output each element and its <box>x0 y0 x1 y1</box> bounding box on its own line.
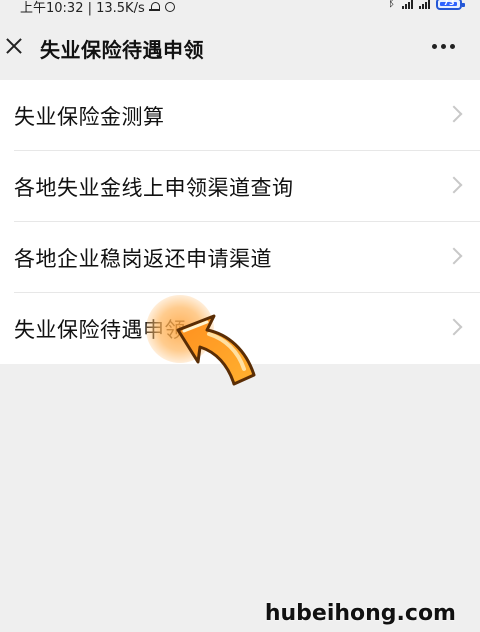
close-icon[interactable] <box>4 36 24 56</box>
signal-icon <box>402 0 413 9</box>
arrow-pointer-icon <box>176 314 256 386</box>
status-bar: 上午10:32 | 13.5K/s 73 <box>0 0 480 16</box>
menu-item-label: 各地失业金线上申领渠道查询 <box>14 175 294 200</box>
more-icon[interactable] <box>432 44 456 50</box>
battery-level: 73 <box>443 0 455 7</box>
alarm-icon <box>164 1 175 13</box>
status-left: 上午10:32 | 13.5K/s <box>20 0 175 16</box>
page-title: 失业保险待遇申领 <box>40 38 204 62</box>
chevron-right-icon <box>445 176 463 194</box>
status-time-network: 上午10:32 | 13.5K/s <box>20 1 145 16</box>
watermark-text: hubeihong.com <box>264 601 456 626</box>
mute-bell-icon <box>148 1 160 13</box>
chevron-right-icon <box>445 247 463 265</box>
menu-item-unemployment-insurance-calculation[interactable]: 失业保险金测算 <box>0 80 480 151</box>
menu-item-label: 各地企业稳岗返还申请渠道 <box>14 246 272 271</box>
signal-icon <box>419 0 430 9</box>
status-right: 73 <box>388 0 465 10</box>
chevron-right-icon <box>445 318 463 336</box>
top-bar: 失业保险待遇申领 <box>0 16 480 80</box>
chevron-right-icon <box>445 105 463 123</box>
battery-icon: 73 <box>436 0 465 10</box>
menu-item-job-stability-refund-channels[interactable]: 各地企业稳岗返还申请渠道 <box>0 222 480 293</box>
menu-item-online-application-channels[interactable]: 各地失业金线上申领渠道查询 <box>0 151 480 222</box>
bluetooth-icon <box>388 0 396 10</box>
menu-item-label: 失业保险金测算 <box>14 104 165 129</box>
